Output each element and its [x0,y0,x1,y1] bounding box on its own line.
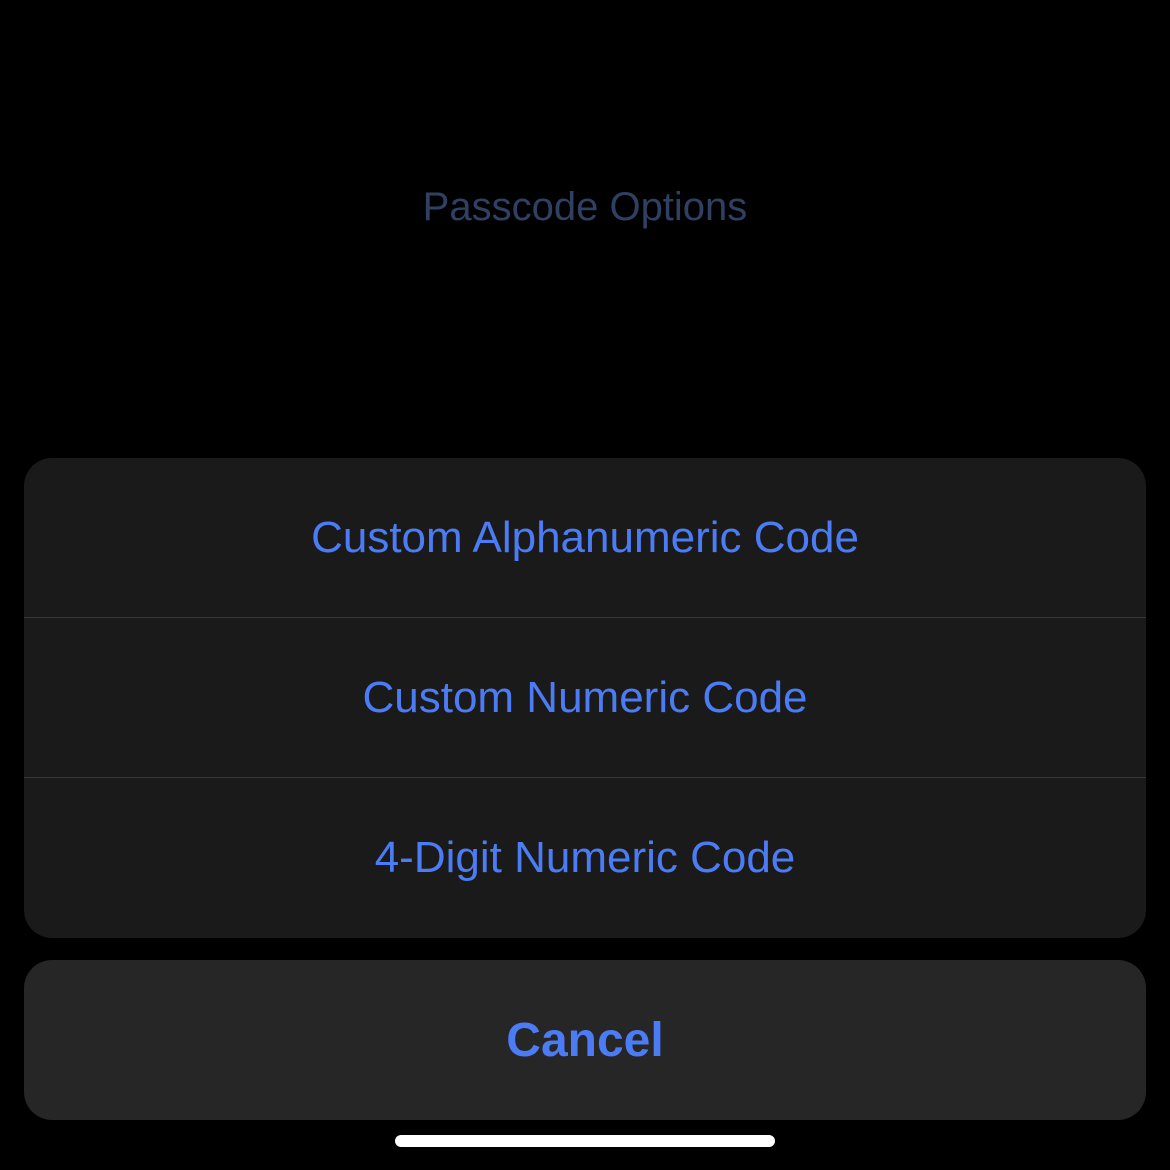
custom-numeric-code-option[interactable]: Custom Numeric Code [24,618,1146,778]
passcode-options-title: Passcode Options [0,185,1170,230]
options-group: Custom Alphanumeric Code Custom Numeric … [24,458,1146,938]
home-indicator [395,1135,775,1147]
custom-alphanumeric-code-option[interactable]: Custom Alphanumeric Code [24,458,1146,618]
action-sheet: Custom Alphanumeric Code Custom Numeric … [0,458,1170,1170]
four-digit-numeric-code-option[interactable]: 4-Digit Numeric Code [24,778,1146,938]
cancel-button[interactable]: Cancel [24,960,1146,1120]
